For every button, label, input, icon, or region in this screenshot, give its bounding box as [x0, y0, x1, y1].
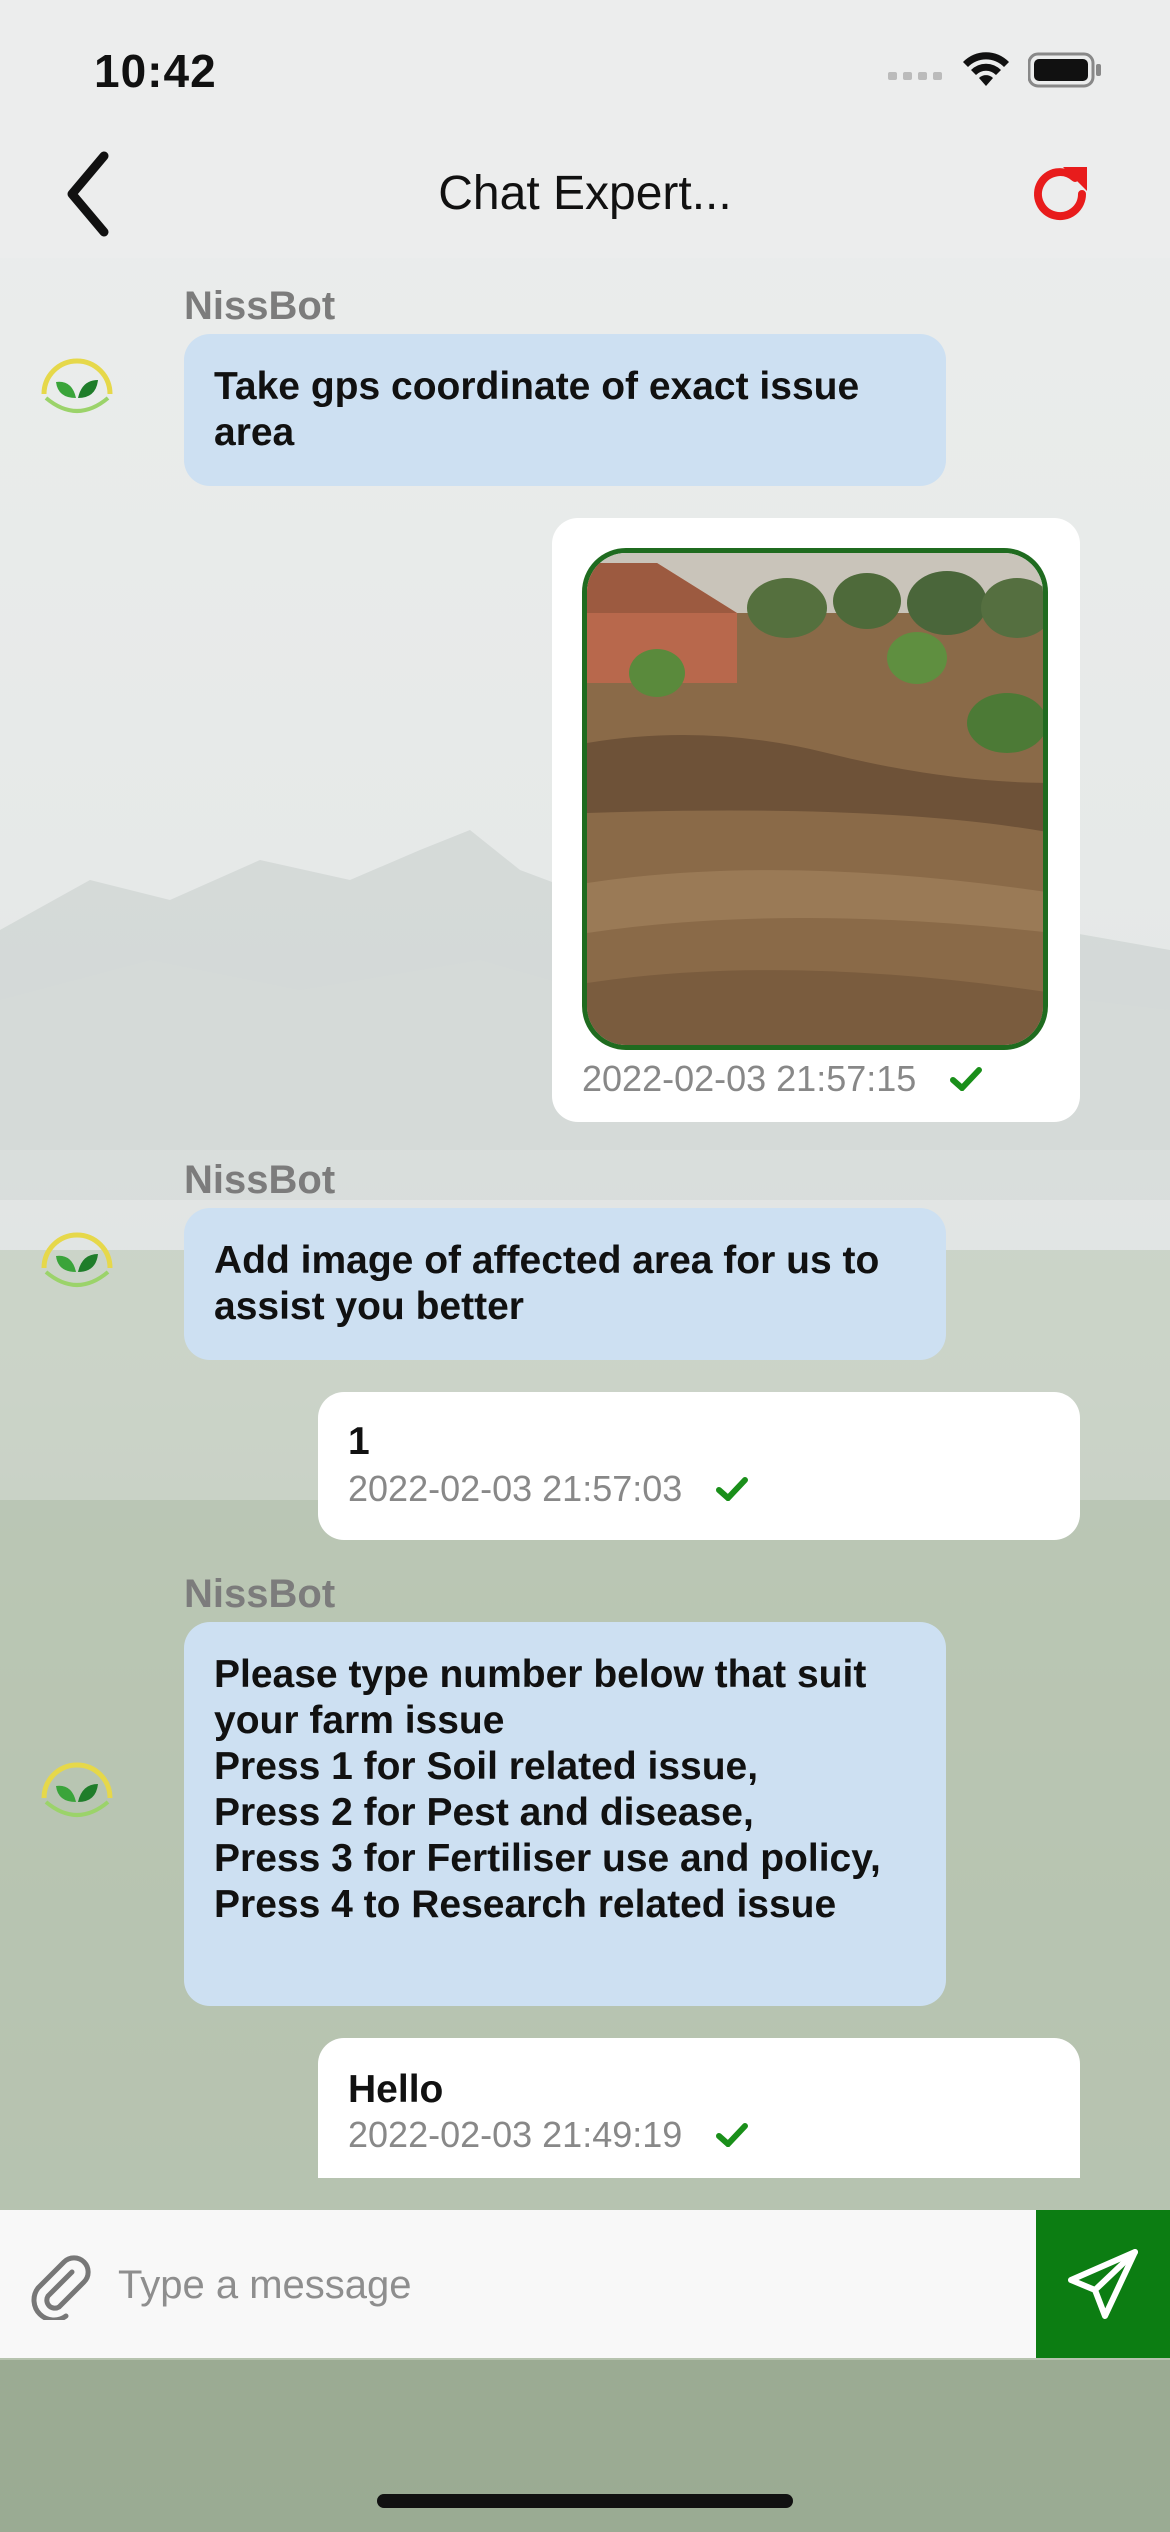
navigation-bar: Chat Expert...: [0, 130, 1170, 258]
bot-message-bubble: Please type number below that suit your …: [184, 1622, 946, 2006]
status-time: 10:42: [94, 45, 217, 97]
send-icon: [1068, 2249, 1138, 2319]
farm-photo[interactable]: [582, 548, 1048, 1050]
message-meta: 2022-02-03 21:49:19: [348, 2114, 1050, 2156]
message-input[interactable]: [116, 2238, 1020, 2332]
message-timestamp: 2022-02-03 21:57:03: [348, 1468, 683, 1509]
message-timestamp: 2022-02-03 21:49:19: [348, 2114, 683, 2155]
refresh-button[interactable]: [1010, 144, 1110, 244]
wifi-icon: [963, 52, 1009, 86]
refresh-icon: [1034, 167, 1087, 221]
page-title: Chat Expert...: [438, 167, 732, 220]
message-text: Hello: [348, 2068, 444, 2111]
message-composer: [0, 2210, 1170, 2358]
checkmark-icon: [950, 1067, 983, 1091]
cellular-signal-icon: [888, 72, 942, 80]
attach-button[interactable]: [26, 2250, 96, 2323]
status-icons: [888, 52, 1102, 88]
home-indicator: [377, 2494, 793, 2508]
sender-name: NissBot: [184, 1158, 336, 1202]
user-image-message[interactable]: 2022-02-03 21:57:15: [552, 518, 1080, 1122]
send-button[interactable]: [1036, 2210, 1170, 2358]
message-meta: 2022-02-03 21:57:03: [348, 1468, 1050, 1510]
message-text: 1: [348, 1420, 370, 1463]
checkmark-icon: [716, 2123, 749, 2147]
sender-name: NissBot: [184, 284, 336, 328]
nissbot-avatar-icon: [41, 1762, 113, 1817]
chevron-left-icon: [67, 151, 109, 237]
user-message-bubble[interactable]: 1 2022-02-03 21:57:03: [318, 1392, 1080, 1540]
status-bar: 10:42: [0, 0, 1170, 130]
bot-message-bubble: Take gps coordinate of exact issue area: [184, 334, 946, 486]
checkmark-icon: [716, 1477, 749, 1501]
user-message-bubble[interactable]: Hello 2022-02-03 21:49:19: [318, 2038, 1080, 2178]
back-button[interactable]: [60, 130, 140, 258]
nissbot-avatar-icon: [41, 1232, 113, 1287]
battery-icon: [1028, 52, 1101, 88]
bot-message-bubble: Add image of affected area for us to ass…: [184, 1208, 946, 1360]
nissbot-avatar-icon: [41, 358, 113, 413]
sender-name: NissBot: [184, 1572, 336, 1616]
paperclip-icon: [31, 2255, 91, 2323]
message-meta: 2022-02-03 21:57:15: [582, 1058, 1050, 1100]
message-list[interactable]: NissBot Take gps coordinate of exact iss…: [0, 258, 1170, 2178]
message-timestamp: 2022-02-03 21:57:15: [582, 1058, 917, 1099]
